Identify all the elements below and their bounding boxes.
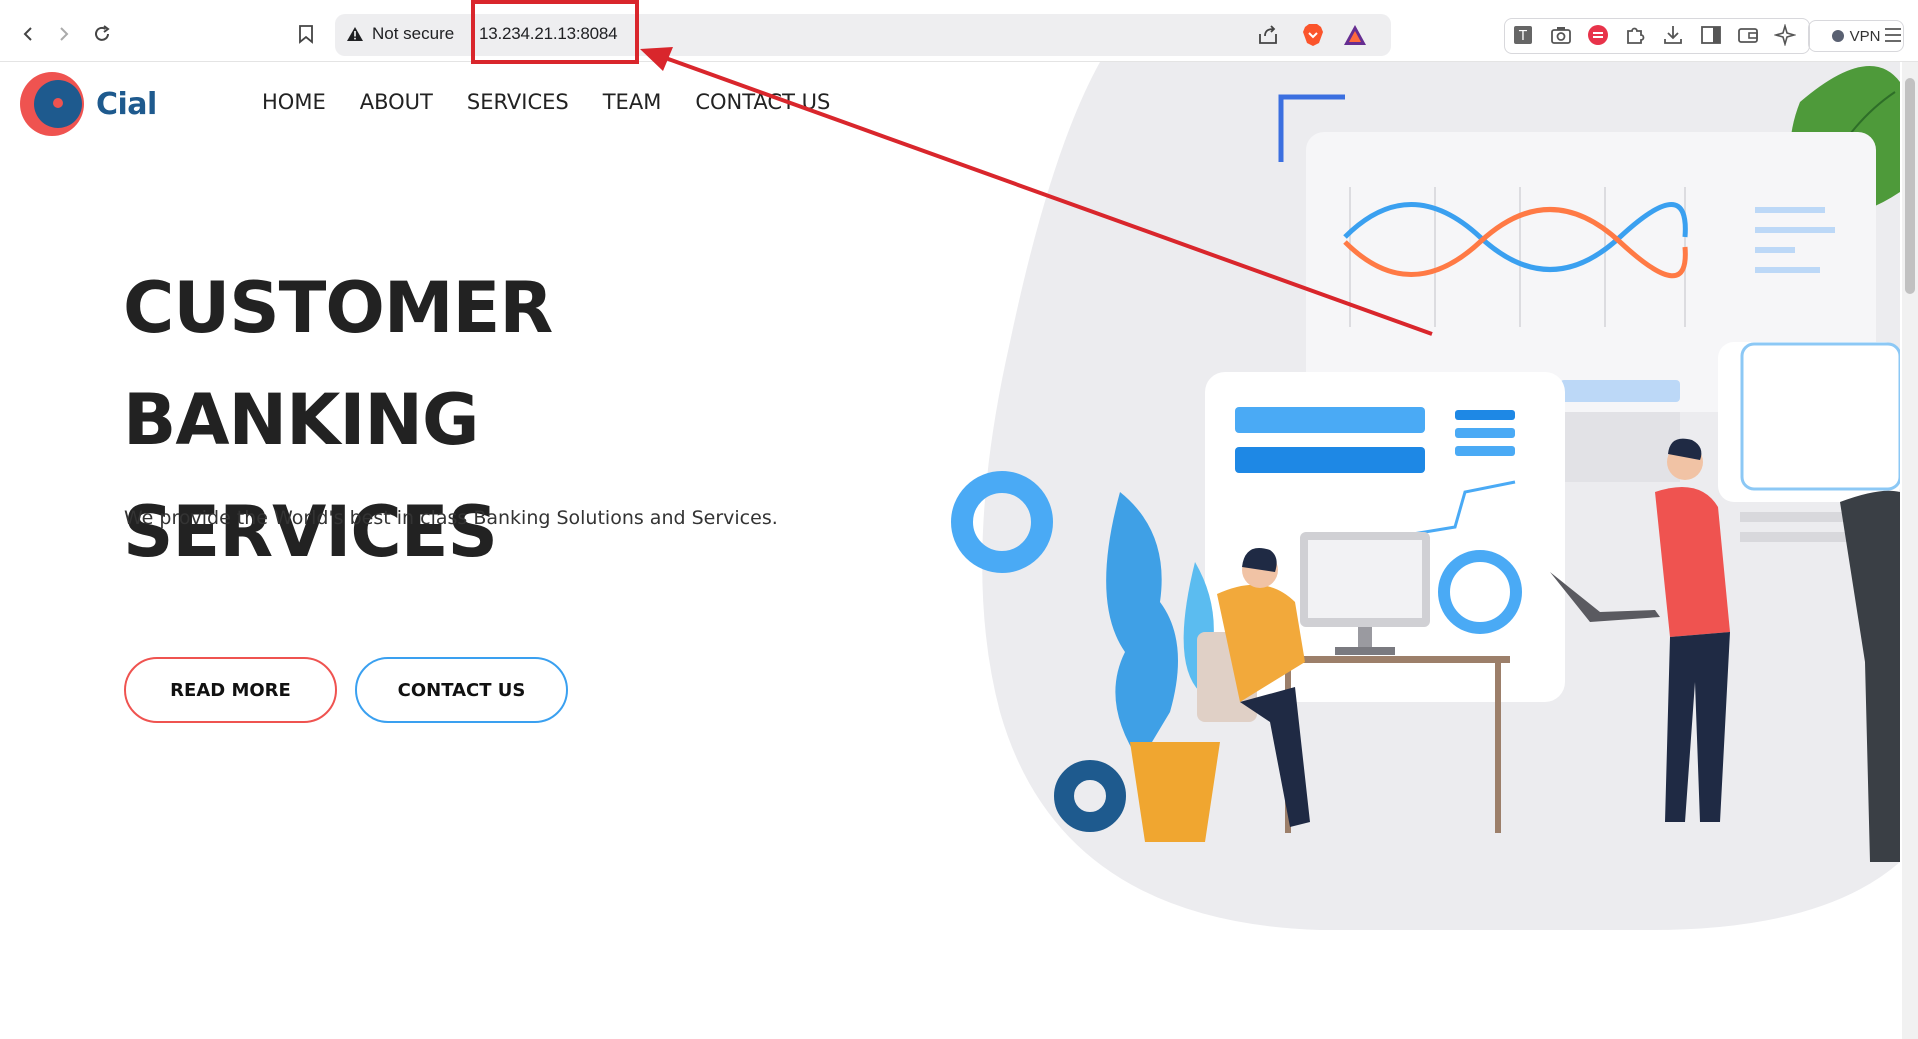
bookmark-icon[interactable] xyxy=(292,20,320,48)
warning-icon xyxy=(347,27,363,41)
rewards-triangle-icon[interactable] xyxy=(1342,22,1368,48)
nav-home[interactable]: HOME xyxy=(262,90,326,114)
nav-services[interactable]: SERVICES xyxy=(467,90,569,114)
hero-title-line-1: CUSTOMER BANKING xyxy=(123,267,553,461)
security-label: Not secure xyxy=(372,24,455,43)
camera-icon[interactable] xyxy=(1548,22,1574,48)
nav-team[interactable]: TEAM xyxy=(603,90,662,114)
read-more-button[interactable]: READ MORE xyxy=(124,657,337,723)
text-extension-icon[interactable]: T xyxy=(1510,22,1536,48)
forward-arrow-icon[interactable] xyxy=(50,20,78,48)
red-extension-icon[interactable] xyxy=(1585,22,1611,48)
web-page: Cial HOME ABOUT SERVICES TEAM CONTACT US… xyxy=(0,62,1900,1039)
contact-us-button[interactable]: CONTACT US xyxy=(355,657,568,723)
url-text[interactable]: 13.234.21.13:8084 xyxy=(479,24,618,44)
menu-icon[interactable] xyxy=(1880,22,1906,48)
page-scrollbar[interactable] xyxy=(1902,62,1918,1039)
hero-subtitle: We provide the World's best in class Ban… xyxy=(124,507,778,529)
hero-title: CUSTOMER BANKING SERVICES xyxy=(123,252,923,588)
puzzle-extensions-icon[interactable] xyxy=(1622,22,1648,48)
logo-mark xyxy=(20,72,84,136)
hero-illustration xyxy=(951,62,1900,931)
browser-toolbar: Not secure 13.234.21.13:8084 T VPN xyxy=(0,0,1918,62)
logo-text: Cial xyxy=(96,86,157,122)
download-icon[interactable] xyxy=(1660,22,1686,48)
wallet-icon[interactable] xyxy=(1735,22,1761,48)
security-indicator[interactable]: Not secure xyxy=(346,24,454,44)
scrollbar-thumb[interactable] xyxy=(1905,78,1915,294)
vpn-icon xyxy=(1831,30,1844,42)
vpn-label: VPN xyxy=(1849,27,1881,45)
share-icon[interactable] xyxy=(1255,22,1281,48)
nav-contact-us[interactable]: CONTACT US xyxy=(695,90,830,114)
leo-ai-icon[interactable] xyxy=(1772,22,1798,48)
hero-title-line-2: SERVICES xyxy=(123,491,498,573)
sidebar-icon[interactable] xyxy=(1698,22,1724,48)
reload-icon[interactable] xyxy=(88,20,116,48)
back-arrow-icon[interactable] xyxy=(14,20,42,48)
main-nav: HOME ABOUT SERVICES TEAM CONTACT US xyxy=(262,90,830,114)
site-logo[interactable]: Cial xyxy=(20,72,157,136)
nav-about[interactable]: ABOUT xyxy=(360,90,433,114)
svg-text:T: T xyxy=(1518,29,1527,44)
brave-lion-icon[interactable] xyxy=(1300,22,1326,48)
